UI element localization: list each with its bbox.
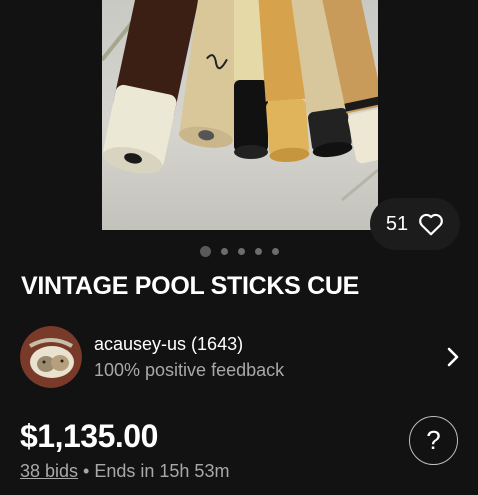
seller-name: acausey-us (1643) bbox=[94, 333, 244, 354]
bids-link[interactable]: 38 bids bbox=[20, 461, 78, 481]
carousel-dot[interactable] bbox=[254, 248, 262, 255]
time-remaining: Ends in 15h 53m bbox=[94, 461, 230, 481]
help-icon: ? bbox=[426, 425, 441, 455]
current-price: $1,135.00 bbox=[20, 418, 158, 454]
like-count: 51 bbox=[385, 212, 409, 235]
image-carousel[interactable]: 51 bbox=[0, 0, 478, 262]
watch-button[interactable]: 51 bbox=[370, 198, 460, 250]
auction-meta: 38 bids • Ends in 15h 53m bbox=[20, 461, 229, 482]
carousel-dot[interactable] bbox=[271, 248, 279, 255]
listing-title: VINTAGE POOL STICKS CUE bbox=[21, 272, 360, 300]
carousel-dot[interactable] bbox=[220, 248, 228, 255]
carousel-indicator bbox=[0, 246, 478, 257]
seller-feedback: 100% positive feedback bbox=[94, 359, 285, 380]
cue-sticks-image bbox=[102, 0, 378, 202]
carousel-dot[interactable] bbox=[199, 246, 211, 257]
meta-separator: • bbox=[78, 461, 95, 481]
listing-photo[interactable] bbox=[102, 0, 378, 230]
heart-icon bbox=[419, 213, 443, 236]
carousel-dot[interactable] bbox=[237, 248, 245, 255]
seller-card[interactable]: acausey-us (1643) 100% positive feedback bbox=[20, 326, 460, 388]
chevron-right-icon bbox=[447, 347, 459, 367]
help-button[interactable]: ? bbox=[409, 416, 458, 465]
seller-avatar bbox=[20, 326, 82, 388]
